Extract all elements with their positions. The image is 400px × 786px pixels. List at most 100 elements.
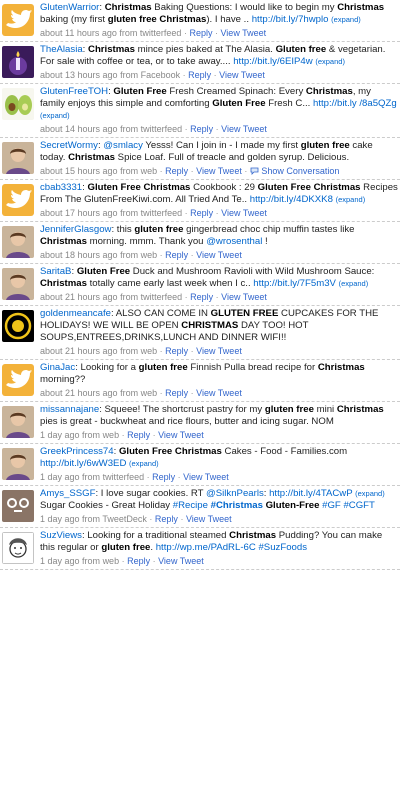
username-link[interactable]: SuzViews: [40, 530, 82, 541]
username-link[interactable]: TheAlasia: [40, 44, 83, 55]
tweet-link[interactable]: http://bit.ly/6wW3ED: [40, 458, 126, 469]
tweet-text: SecretWormy: @smlacy Yesss! Can I join i…: [40, 140, 398, 164]
username-link[interactable]: missannajane: [40, 404, 99, 415]
keyword-highlight: Christmas: [229, 530, 277, 541]
view-tweet-link[interactable]: View Tweet: [158, 430, 204, 440]
username-link[interactable]: cbab3331: [40, 182, 82, 193]
keyword-highlight: CHRISTMAS: [181, 320, 239, 331]
view-tweet-link[interactable]: View Tweet: [183, 472, 229, 482]
view-tweet-link[interactable]: View Tweet: [221, 208, 267, 218]
separator: ·: [157, 388, 166, 398]
view-tweet-link[interactable]: View Tweet: [219, 70, 265, 80]
reply-link[interactable]: Reply: [188, 70, 211, 80]
cartoon-portrait-icon[interactable]: [2, 532, 34, 564]
separator: ·: [182, 208, 191, 218]
expand-link[interactable]: (expand): [129, 459, 159, 468]
separator: ·: [182, 292, 191, 302]
username-link[interactable]: SecretWormy: [40, 140, 98, 151]
username-link[interactable]: goldenmeancafe: [40, 308, 111, 319]
reply-link[interactable]: Reply: [165, 388, 188, 398]
separator: ·: [150, 556, 159, 566]
tweet-meta: about 13 hours ago from Facebook · Reply…: [40, 70, 265, 80]
twitter-bird-icon[interactable]: [2, 184, 34, 216]
expand-link[interactable]: (expand): [40, 111, 70, 120]
separator: ·: [175, 472, 184, 482]
twitter-bird-icon[interactable]: [2, 364, 34, 396]
tweet-link[interactable]: #Recipe: [173, 500, 208, 511]
view-tweet-link[interactable]: View Tweet: [220, 28, 266, 38]
reply-link[interactable]: Reply: [190, 124, 213, 134]
reply-link[interactable]: Reply: [165, 346, 188, 356]
user-photo-icon[interactable]: [2, 226, 34, 258]
reply-link[interactable]: Reply: [189, 28, 212, 38]
tweet-link[interactable]: http://wp.me/PAdRL-6C: [156, 542, 256, 553]
tweet-link[interactable]: @wrosenthal: [206, 236, 262, 247]
tweet-link[interactable]: http://bit.ly/6EIP4w: [233, 56, 312, 67]
emoticon-face-icon[interactable]: [2, 490, 34, 522]
view-tweet-link[interactable]: View Tweet: [196, 250, 242, 260]
tweet-link[interactable]: http://bit.ly/4TACwP: [269, 488, 352, 499]
reply-link[interactable]: Reply: [165, 250, 188, 260]
username-link[interactable]: Amys_SSGF: [40, 488, 95, 499]
user-photo-icon[interactable]: [2, 406, 34, 438]
reply-link[interactable]: Reply: [155, 514, 178, 524]
tweet-link[interactable]: #SuzFoods: [258, 542, 307, 553]
reply-link[interactable]: Reply: [152, 472, 175, 482]
view-tweet-link[interactable]: View Tweet: [158, 556, 204, 566]
tweet-link[interactable]: http://bit.ly/4DKXK8: [250, 194, 333, 205]
keyword-highlight: Gluten free: [275, 44, 327, 55]
tweet-text-segment: morning??: [40, 374, 86, 385]
tweet-text: missannajane: Squeee! The shortcrust pas…: [40, 404, 398, 428]
show-conversation-link[interactable]: Show Conversation: [261, 166, 339, 176]
tweet-link[interactable]: #Christmas: [211, 500, 263, 511]
tweet-link[interactable]: http://bit.ly /8a5QZg: [313, 98, 397, 109]
username-link[interactable]: GinaJac: [40, 362, 75, 373]
username-link[interactable]: JenniferGlasgow: [40, 224, 111, 235]
view-tweet-link[interactable]: View Tweet: [196, 166, 242, 176]
view-tweet-link[interactable]: View Tweet: [221, 124, 267, 134]
timestamp: about 18 hours ago: [40, 250, 118, 260]
username-link[interactable]: SaritaB: [40, 266, 71, 277]
tweet-row: Amys_SSGF: I love sugar cookies. RT @Sil…: [0, 486, 400, 528]
tweet-text-segment: baking (my first: [40, 14, 108, 25]
expand-link[interactable]: (expand): [336, 195, 366, 204]
reply-link[interactable]: Reply: [190, 208, 213, 218]
tweet-link[interactable]: http://bit.ly/7hwplo: [252, 14, 329, 25]
tweet-text-segment: Finnish Pulla bread recipe for: [187, 362, 318, 373]
separator: ·: [188, 250, 197, 260]
user-photo-icon[interactable]: [2, 268, 34, 300]
tweet-link[interactable]: #CGFT: [343, 500, 374, 511]
timestamp: about 15 hours ago: [40, 166, 118, 176]
tweet-text-segment: : this: [111, 224, 135, 235]
candle-icon[interactable]: [2, 46, 34, 78]
reply-link[interactable]: Reply: [190, 292, 213, 302]
twitter-bird-icon[interactable]: [2, 4, 34, 36]
user-photo-icon[interactable]: [2, 142, 34, 174]
username-link[interactable]: GlutenWarrior: [40, 2, 99, 13]
reply-link[interactable]: Reply: [127, 430, 150, 440]
tweet-link[interactable]: @SilknPearls: [206, 488, 264, 499]
avocado-icon[interactable]: [2, 88, 34, 120]
source: web: [140, 346, 158, 356]
expand-link[interactable]: (expand): [315, 57, 345, 66]
username-link[interactable]: GreekPrincess74: [40, 446, 114, 457]
tweet-link[interactable]: http://bit.ly/7F5m3V: [253, 278, 336, 289]
expand-link[interactable]: (expand): [339, 279, 369, 288]
reply-link[interactable]: Reply: [127, 556, 150, 566]
cafe-logo-icon[interactable]: [2, 310, 34, 342]
expand-link[interactable]: (expand): [331, 15, 361, 24]
tweet-link[interactable]: #GF: [322, 500, 341, 511]
keyword-highlight: Gluten Free Christmas: [87, 182, 191, 193]
separator: ·: [182, 124, 191, 134]
user-photo-icon[interactable]: [2, 448, 34, 480]
view-tweet-link[interactable]: View Tweet: [221, 292, 267, 302]
keyword-highlight: Christmas: [104, 2, 152, 13]
view-tweet-link[interactable]: View Tweet: [196, 388, 242, 398]
view-tweet-link[interactable]: View Tweet: [186, 514, 232, 524]
reply-link[interactable]: Reply: [165, 166, 188, 176]
tweet-link[interactable]: @smlacy: [103, 140, 143, 151]
view-tweet-link[interactable]: View Tweet: [196, 346, 242, 356]
timestamp: about 17 hours ago: [40, 208, 118, 218]
username-link[interactable]: GlutenFreeTOH: [40, 86, 108, 97]
expand-link[interactable]: (expand): [355, 489, 385, 498]
